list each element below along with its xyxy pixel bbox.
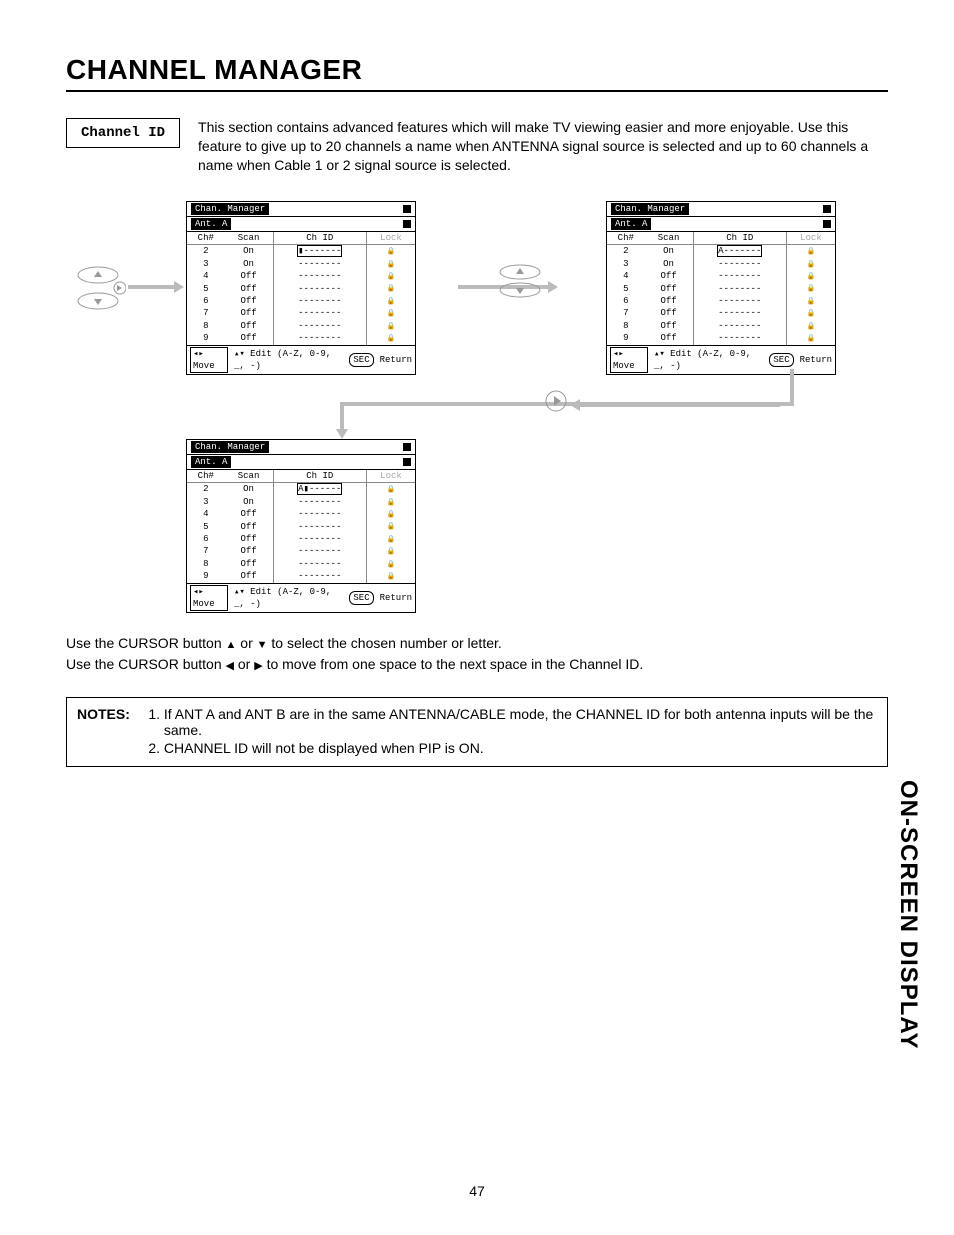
table-row: 9Off-------- (187, 570, 415, 582)
table-row: 5Off-------- (187, 520, 415, 532)
intro-block: Channel ID This section contains advance… (66, 118, 888, 175)
table-row: 5Off-------- (187, 282, 415, 294)
osd-subbar: Ant. A (187, 455, 415, 470)
osd-panel-c: Chan. Manager Ant. A Ch# Scan Ch ID Lock… (186, 439, 416, 613)
instr2-a: Use the CURSOR button (66, 656, 226, 672)
right-triangle-icon: ▶ (254, 660, 262, 672)
remote-updown-icon-2 (498, 263, 542, 299)
osd-titlebar: Chan. Manager (187, 202, 415, 217)
table-row: 3On-------- (187, 258, 415, 270)
osd-panel-b: Chan. Manager Ant. A Ch# Scan Ch ID Lock… (606, 201, 836, 375)
channel-id-chip: Channel ID (66, 118, 180, 148)
table-row: 4Off-------- (187, 508, 415, 520)
dropdown-icon (403, 205, 411, 213)
instr1-c: to select the chosen number or letter. (268, 635, 502, 651)
left-triangle-icon: ◀ (226, 660, 234, 672)
down-triangle-icon: ▼ (257, 639, 268, 651)
dropdown-icon (403, 220, 411, 228)
osd-subbar: Ant. A (187, 217, 415, 232)
list-item: If ANT A and ANT B are in the same ANTEN… (164, 706, 877, 738)
osd-titlebar: Chan. Manager (607, 202, 835, 217)
table-row: 7Off-------- (187, 545, 415, 557)
dropdown-icon (403, 458, 411, 466)
side-tab: ON-SCREEN DISPLAY (894, 780, 922, 1050)
table-row: 6Off-------- (187, 295, 415, 307)
notes-label: NOTES: (77, 706, 130, 758)
dropdown-icon (823, 220, 831, 228)
up-triangle-icon: ▲ (226, 639, 237, 651)
osd-subbar: Ant. A (607, 217, 835, 232)
diagram-area: Chan. Manager Ant. A Ch# Scan Ch ID Lock… (186, 201, 888, 621)
remote-updown-icon (76, 263, 126, 313)
table-row: 3On-------- (607, 258, 835, 270)
page-title: CHANNEL MANAGER (66, 54, 888, 86)
table-row: 9Off-------- (187, 332, 415, 344)
table-row: 3On-------- (187, 496, 415, 508)
osd-titlebar: Chan. Manager (187, 440, 415, 455)
arrow-left-small (570, 397, 780, 413)
dropdown-icon (823, 205, 831, 213)
intro-text: This section contains advanced features … (198, 118, 888, 175)
osd-footer: ◂▸ Move ▴▾ Edit (A-Z, 0-9, _, -) SEC Ret… (187, 583, 415, 612)
osd-panel-a: Chan. Manager Ant. A Ch# Scan Ch ID Lock… (186, 201, 416, 375)
channel-table: Ch# Scan Ch ID Lock 2OnA------- 3On-----… (607, 232, 835, 345)
table-row: 6Off-------- (607, 295, 835, 307)
notes-box: NOTES: If ANT A and ANT B are in the sam… (66, 697, 888, 767)
instr1-b: or (236, 635, 256, 651)
instr2-b: or (234, 656, 254, 672)
list-item: CHANNEL ID will not be displayed when PI… (164, 740, 877, 756)
channel-table: Ch# Scan Ch ID Lock 2OnA▮------ 3On-----… (187, 470, 415, 583)
table-row: 7Off-------- (607, 307, 835, 319)
remote-right-icon (544, 389, 568, 413)
table-row: 8Off-------- (607, 320, 835, 332)
table-row: 8Off-------- (187, 558, 415, 570)
arrow-right-1 (128, 279, 184, 295)
table-row: 7Off-------- (187, 307, 415, 319)
table-row: 2On▮------- (187, 245, 415, 258)
title-rule (66, 90, 888, 92)
table-row: 2OnA▮------ (187, 483, 415, 496)
table-row: 2OnA------- (607, 245, 835, 258)
dropdown-icon (403, 443, 411, 451)
page-number: 47 (0, 1183, 954, 1199)
table-row: 8Off-------- (187, 320, 415, 332)
channel-table: Ch# Scan Ch ID Lock 2On▮------- 3On-----… (187, 232, 415, 345)
instr2-c: to move from one space to the next space… (263, 656, 644, 672)
instr1-a: Use the CURSOR button (66, 635, 226, 651)
table-row: 5Off-------- (607, 282, 835, 294)
table-row: 4Off-------- (187, 270, 415, 282)
table-row: 6Off-------- (187, 533, 415, 545)
table-row: 4Off-------- (607, 270, 835, 282)
table-row: 9Off-------- (607, 332, 835, 344)
instruction-text: Use the CURSOR button ▲ or ▼ to select t… (66, 633, 888, 675)
notes-list: If ANT A and ANT B are in the same ANTEN… (142, 706, 877, 758)
